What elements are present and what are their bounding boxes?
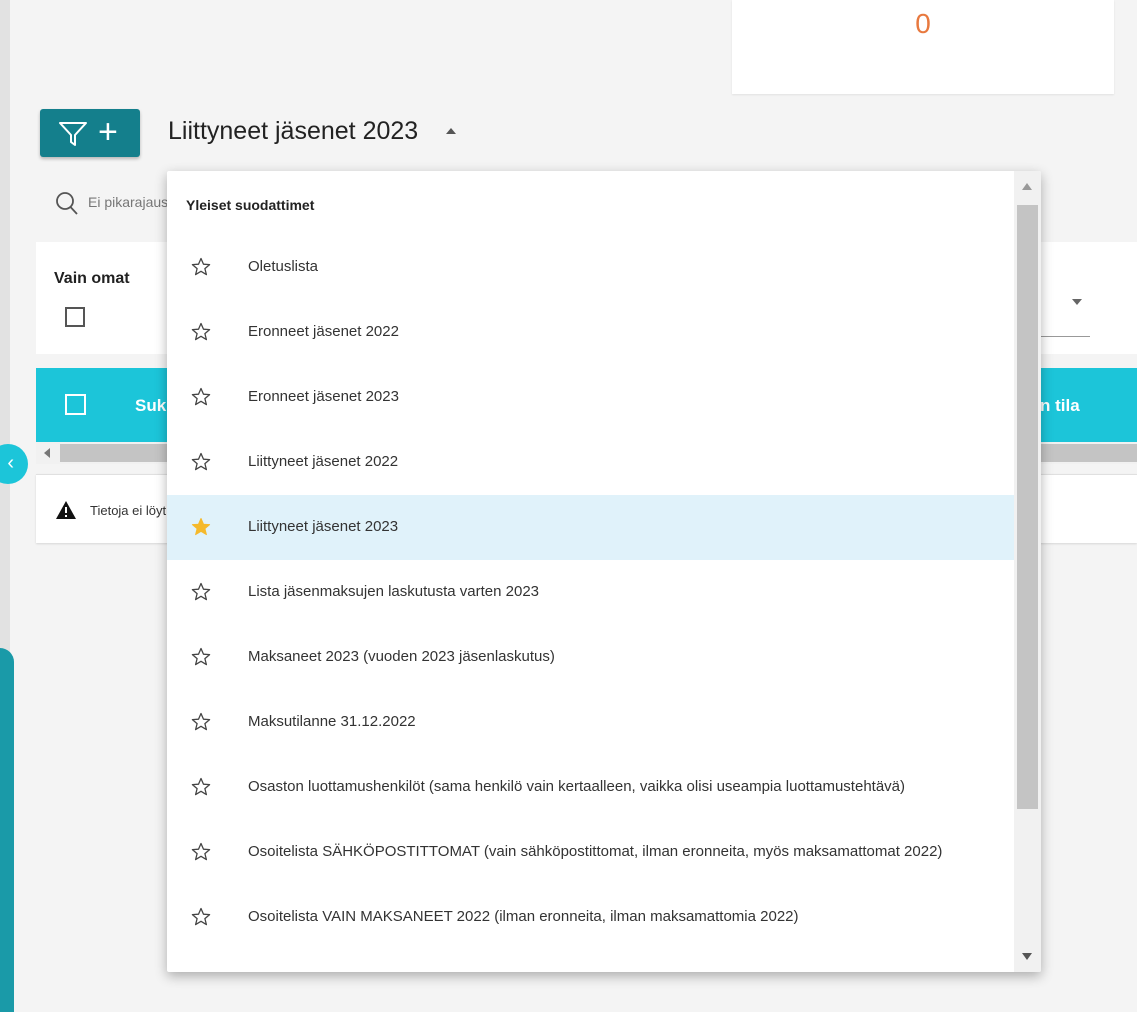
saved-filter-item[interactable]: Osaston luottamushenkilöt (sama henkilö …	[167, 755, 1014, 820]
filter-icon	[59, 122, 87, 146]
saved-filter-label: Osoitelista VAIN MAKSANEET 2022 (ilman e…	[248, 908, 799, 925]
saved-filter-label: Liittyneet jäsenet 2022	[248, 453, 399, 470]
warning-icon	[56, 501, 76, 519]
star-outline-icon[interactable]	[191, 387, 211, 407]
vertical-scrollbar[interactable]	[1014, 171, 1041, 972]
saved-filter-item[interactable]: Osoitelista SÄHKÖPOSTITTOMAT (vain sähkö…	[167, 820, 1014, 885]
star-outline-icon[interactable]	[191, 712, 211, 732]
star-outline-icon[interactable]	[191, 257, 211, 277]
vertical-scrollbar-thumb[interactable]	[1017, 205, 1038, 809]
collapse-sidebar-button[interactable]: ‹	[0, 444, 28, 484]
star-outline-icon[interactable]	[191, 647, 211, 667]
saved-filter-label: Lista jäsenmaksujen laskutusta varten 20…	[248, 583, 540, 600]
saved-filter-label: Liittyneet jäsenet 2023	[248, 518, 399, 535]
counter-value: 0	[915, 8, 931, 39]
saved-filter-item[interactable]: Lista jäsenmaksujen laskutusta varten 20…	[167, 560, 1014, 625]
scroll-up-arrow-icon[interactable]	[1022, 183, 1032, 190]
scroll-down-arrow-icon[interactable]	[1022, 953, 1032, 960]
saved-filter-label: Osoitelista SÄHKÖPOSTITTOMAT (vain sähkö…	[248, 843, 943, 860]
saved-filter-label: Osaston luottamushenkilöt (sama henkilö …	[248, 778, 906, 795]
select-all-checkbox[interactable]	[65, 394, 86, 415]
column-header-surname[interactable]: Sukunimi	[135, 396, 167, 416]
saved-filter-item[interactable]: Maksutilanne 31.12.2022	[167, 690, 1014, 755]
plus-icon: +	[98, 113, 118, 151]
add-filter-button[interactable]: +	[40, 109, 140, 157]
caret-up-icon[interactable]	[446, 128, 456, 134]
chevron-left-icon: ‹	[7, 452, 14, 474]
saved-filter-item[interactable]: Liittyneet jäsenet 2022	[167, 430, 1014, 495]
only-own-checkbox[interactable]	[65, 307, 85, 327]
chevron-down-icon[interactable]	[1072, 299, 1082, 305]
only-own-label: Vain omat	[54, 270, 130, 287]
no-data-message: Tietoja ei löytynyt	[90, 503, 166, 518]
saved-filter-item[interactable]: Oletuslista	[167, 235, 1014, 300]
saved-filter-item[interactable]: Eronneet jäsenet 2022	[167, 300, 1014, 365]
search-icon	[56, 192, 78, 215]
star-outline-icon[interactable]	[191, 777, 211, 797]
star-outline-icon[interactable]	[191, 907, 211, 927]
star-filled-icon[interactable]	[191, 517, 211, 537]
column-header-status[interactable]: n tila	[1040, 396, 1080, 416]
filter-select-underline	[1040, 336, 1090, 337]
list-selector-title[interactable]: Liittyneet jäsenet 2023	[168, 117, 418, 146]
saved-filter-item[interactable]: Eronneet jäsenet 2023	[167, 365, 1014, 430]
star-outline-icon[interactable]	[191, 452, 211, 472]
saved-filter-label: Maksaneet 2023 (vuoden 2023 jäsenlaskutu…	[248, 648, 555, 665]
quick-filter-input[interactable]: Ei pikarajaus	[88, 194, 168, 210]
saved-filter-label: Eronneet jäsenet 2023	[248, 388, 399, 405]
scroll-left-arrow-icon[interactable]	[44, 448, 50, 458]
counter-card: 0	[732, 0, 1114, 94]
star-outline-icon[interactable]	[191, 582, 211, 602]
saved-filter-item[interactable]: Liittyneet jäsenet 2023	[167, 495, 1014, 560]
saved-filter-label: Eronneet jäsenet 2022	[248, 323, 399, 340]
saved-filters-dropdown: Yleiset suodattimet Oletuslista Eronneet …	[167, 171, 1041, 972]
saved-filter-item[interactable]: Osoitelista VAIN MAKSANEET 2022 (ilman e…	[167, 885, 1014, 950]
dropdown-heading: Yleiset suodattimet	[186, 197, 315, 213]
star-outline-icon[interactable]	[191, 842, 211, 862]
saved-filter-label: Oletuslista	[248, 258, 319, 275]
star-outline-icon[interactable]	[191, 322, 211, 342]
left-decoration	[0, 648, 14, 1012]
saved-filter-item[interactable]: Maksaneet 2023 (vuoden 2023 jäsenlaskutu…	[167, 625, 1014, 690]
saved-filter-label: Maksutilanne 31.12.2022	[248, 713, 416, 730]
